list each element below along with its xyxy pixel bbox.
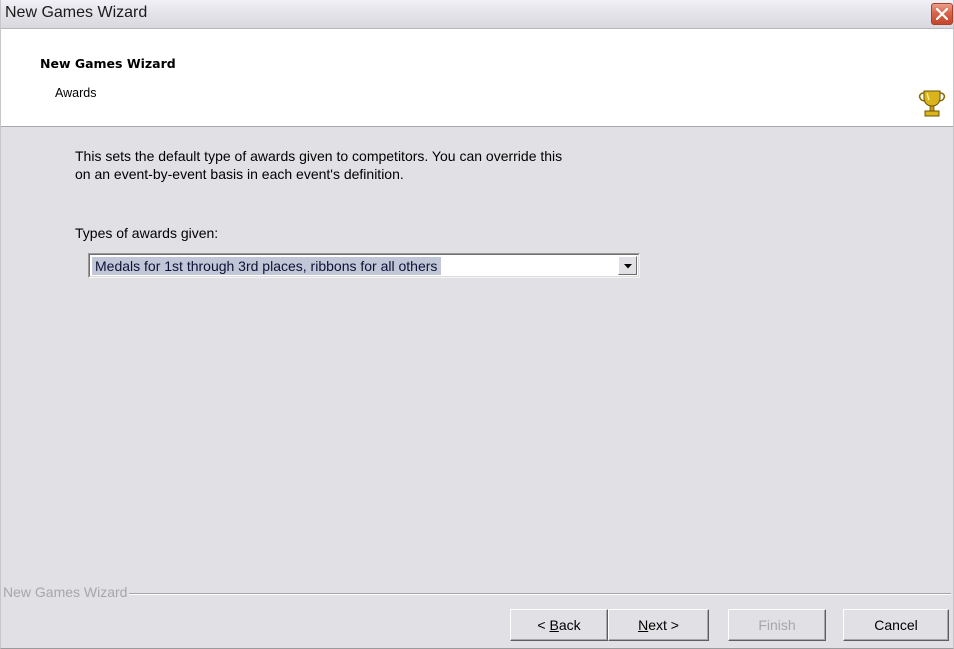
next-mnemonic: N: [638, 617, 649, 633]
trophy-icon: [918, 90, 946, 117]
back-button[interactable]: < Back: [510, 609, 608, 641]
next-label-rest: ext >: [648, 617, 679, 633]
close-button[interactable]: [931, 3, 953, 25]
chevron-down-icon: [624, 264, 632, 269]
wizard-header: New Games Wizard Awards: [1, 29, 953, 127]
cancel-button[interactable]: Cancel: [843, 609, 949, 641]
wizard-step-title: Awards: [55, 86, 97, 100]
description-line-1: This sets the default type of awards giv…: [75, 148, 563, 164]
awards-description: This sets the default type of awards giv…: [75, 147, 715, 183]
back-label-rest: ack: [558, 617, 581, 633]
awards-type-label: Types of awards given:: [75, 225, 219, 241]
back-prefix: <: [537, 617, 550, 633]
close-icon: [936, 8, 948, 20]
back-mnemonic: B: [549, 617, 559, 633]
window-title: New Games Wizard: [5, 4, 148, 21]
dropdown-field[interactable]: Medals for 1st through 3rd places, ribbo…: [89, 254, 639, 277]
description-line-2: on an event-by-event basis in each event…: [75, 166, 404, 182]
footer-divider: [3, 593, 951, 595]
next-button[interactable]: Next >: [608, 609, 709, 641]
title-bar[interactable]: New Games Wizard: [1, 0, 953, 29]
wizard-window: New Games Wizard New Games Wizard Awards…: [0, 0, 954, 649]
finish-button[interactable]: Finish: [728, 609, 826, 641]
footer-group-label: New Games Wizard: [3, 584, 130, 600]
wizard-title: New Games Wizard: [40, 56, 176, 71]
awards-type-dropdown[interactable]: Medals for 1st through 3rd places, ribbo…: [88, 253, 640, 278]
dropdown-button[interactable]: [618, 256, 637, 275]
dropdown-selected-value[interactable]: Medals for 1st through 3rd places, ribbo…: [92, 257, 442, 275]
